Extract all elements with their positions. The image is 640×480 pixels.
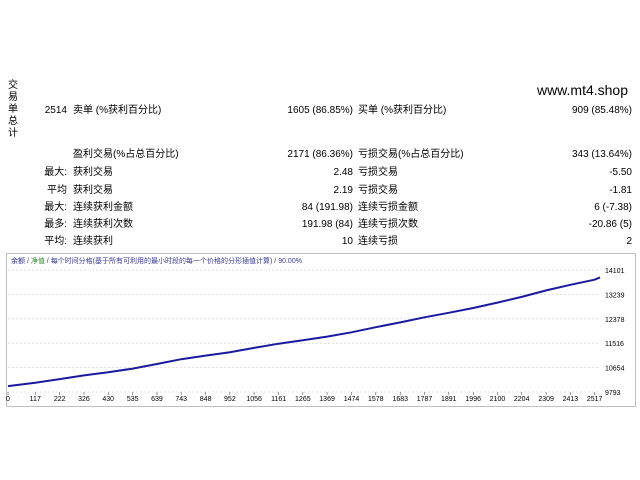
balance-line bbox=[7, 276, 601, 388]
x-tick-label: 1787 bbox=[417, 396, 433, 403]
x-tick-label: 2100 bbox=[490, 396, 506, 403]
x-tick-label: 535 bbox=[127, 396, 139, 403]
x-tick-label: 1996 bbox=[465, 396, 481, 403]
x-tick-label: 952 bbox=[224, 396, 236, 403]
x-tick-label: 1369 bbox=[319, 396, 335, 403]
x-tick-label: 1265 bbox=[295, 396, 311, 403]
x-tick-label: 222 bbox=[54, 396, 66, 403]
y-tick-label: 12378 bbox=[605, 317, 625, 324]
x-tick-label: 1891 bbox=[441, 396, 457, 403]
x-tick-label: 1161 bbox=[271, 396, 286, 403]
x-tick-label: 1474 bbox=[344, 396, 360, 403]
x-tick-label: 1578 bbox=[368, 396, 384, 403]
x-tick-label: 2204 bbox=[514, 396, 530, 403]
x-tick-label: 1056 bbox=[246, 396, 262, 403]
x-tick-label: 848 bbox=[200, 396, 212, 403]
x-tick-label: 743 bbox=[175, 396, 187, 403]
x-tick-label: 2517 bbox=[587, 396, 603, 403]
y-tick-label: 14101 bbox=[605, 268, 625, 275]
y-tick-label: 9793 bbox=[605, 390, 621, 397]
x-tick-label: 326 bbox=[78, 396, 90, 403]
x-tick-label: 2309 bbox=[538, 396, 554, 403]
x-tick-label: 2413 bbox=[563, 396, 579, 403]
x-tick-label: 117 bbox=[30, 396, 41, 403]
x-tick-label: 0 bbox=[6, 396, 10, 403]
y-tick-label: 13239 bbox=[605, 292, 625, 299]
x-tick-label: 430 bbox=[102, 396, 114, 403]
x-tick-label: 639 bbox=[151, 396, 163, 403]
chart-svg: 9793 10654 11516 12378 13239 14101 0 117 222 326 4… bbox=[6, 268, 625, 403]
y-tick-label: 11516 bbox=[605, 341, 624, 348]
y-tick-label: 10654 bbox=[605, 366, 625, 373]
x-tick-label: 1683 bbox=[392, 396, 408, 403]
